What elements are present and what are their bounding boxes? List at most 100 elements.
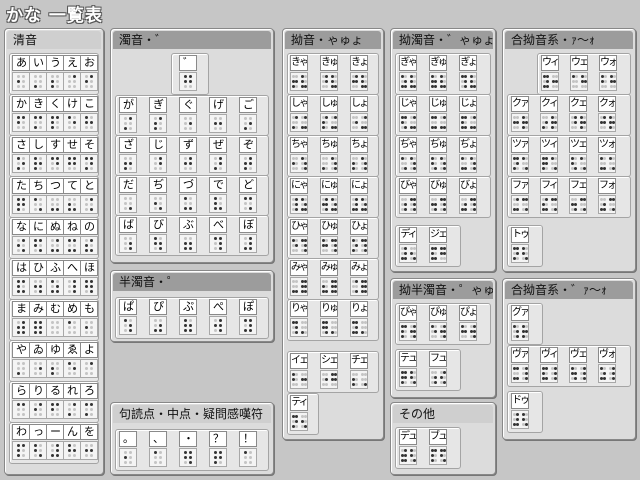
braille-pattern	[179, 154, 197, 173]
braille-dot	[545, 372, 548, 375]
braille-pattern	[46, 400, 64, 419]
braille-pattern	[46, 441, 64, 460]
kana-cell: ぺ	[209, 299, 227, 335]
braille-dot	[464, 121, 467, 124]
braille-pattern	[46, 72, 64, 91]
kana-cell: ドゥ	[511, 393, 529, 429]
braille-dot	[525, 198, 528, 201]
braille-dot	[85, 85, 88, 88]
braille-dot	[574, 208, 577, 211]
braille-dot	[159, 122, 162, 125]
braille-dot	[443, 121, 446, 124]
kana-cell: ろ	[80, 383, 98, 419]
braille-dot	[159, 202, 162, 205]
braille-dot	[525, 252, 528, 255]
braille-pattern	[320, 370, 338, 389]
panel-handakuon: 半濁音・゜ ぱぴぷぺぽ	[110, 270, 274, 342]
braille-dot	[39, 75, 42, 78]
braille-dot	[525, 257, 528, 260]
kana-label: ドゥ	[511, 393, 529, 409]
kana-cell: ぢゅ	[429, 137, 447, 173]
braille-pattern	[29, 359, 47, 378]
braille-dot	[334, 116, 337, 119]
braille-pattern	[290, 318, 308, 337]
braille-dot	[413, 247, 416, 250]
braille-dot	[159, 451, 162, 454]
braille-dot	[295, 85, 298, 88]
braille-dot	[464, 208, 467, 211]
braille-dot	[159, 157, 162, 160]
braille-dot	[304, 157, 307, 160]
kana-label: ぽ	[239, 299, 257, 315]
kana-label: ！	[239, 431, 257, 447]
braille-dot	[189, 242, 192, 245]
braille-dot	[404, 459, 407, 462]
braille-pattern	[239, 316, 257, 335]
braille-dot	[325, 280, 328, 283]
braille-dot	[355, 208, 358, 211]
braille-dot	[22, 403, 25, 406]
braille-dot	[546, 80, 549, 83]
braille-dot	[295, 244, 298, 247]
braille-dot	[22, 331, 25, 334]
kana-label: クァ	[511, 96, 529, 112]
braille-dot	[334, 326, 337, 329]
braille-dot	[364, 162, 367, 165]
braille-dot	[51, 203, 54, 206]
braille-dot	[90, 444, 93, 447]
braille-dot	[129, 456, 132, 459]
kana-cell: きゃ	[290, 55, 308, 91]
braille-dot	[34, 121, 37, 124]
braille-dot	[56, 290, 59, 293]
braille-dot	[434, 449, 437, 452]
braille-dot	[295, 162, 298, 165]
braille-pattern	[569, 364, 587, 383]
kana-cell: ひゃ	[290, 219, 308, 255]
braille-dot	[85, 116, 88, 119]
braille-dot	[304, 280, 307, 283]
braille-dot	[304, 326, 307, 329]
kana-cell: ウェ	[570, 55, 588, 91]
braille-dot	[73, 80, 76, 83]
braille-dot	[434, 116, 437, 119]
kana-cell: び	[149, 217, 167, 253]
braille-dot	[39, 239, 42, 242]
braille-dot	[73, 326, 76, 329]
braille-dot	[434, 371, 437, 374]
braille-dot	[603, 126, 606, 129]
braille-dot	[73, 198, 76, 201]
braille-dot	[184, 461, 187, 464]
braille-dot	[85, 203, 88, 206]
kana-cell: う	[46, 55, 64, 91]
braille-pattern	[350, 195, 368, 214]
braille-dot	[295, 208, 298, 211]
braille-dot	[304, 415, 307, 418]
braille-dot	[73, 208, 76, 211]
braille-dot	[304, 383, 307, 386]
braille-pattern	[320, 236, 338, 255]
kana-cell: ウィ	[541, 55, 559, 91]
kana-label: い	[29, 55, 47, 71]
braille-dot	[295, 167, 298, 170]
braille-dot	[603, 208, 606, 211]
braille-dot	[334, 75, 337, 78]
braille-dot	[443, 381, 446, 384]
braille-dot	[34, 367, 37, 370]
braille-dot	[68, 449, 71, 452]
braille-dot	[249, 162, 252, 165]
kana-cell: け	[63, 96, 81, 132]
braille-dot	[464, 162, 467, 165]
braille-dot	[304, 116, 307, 119]
braille-dot	[154, 237, 157, 240]
braille-dot	[184, 237, 187, 240]
kana-cell: ゑ	[63, 342, 81, 378]
braille-dot	[56, 362, 59, 365]
braille-pattern	[350, 72, 368, 91]
braille-dot	[219, 202, 222, 205]
braille-pattern	[63, 400, 81, 419]
braille-dot	[184, 127, 187, 130]
braille-dot	[189, 117, 192, 120]
braille-dot	[56, 367, 59, 370]
braille-dot	[355, 75, 358, 78]
braille-dot	[56, 121, 59, 124]
